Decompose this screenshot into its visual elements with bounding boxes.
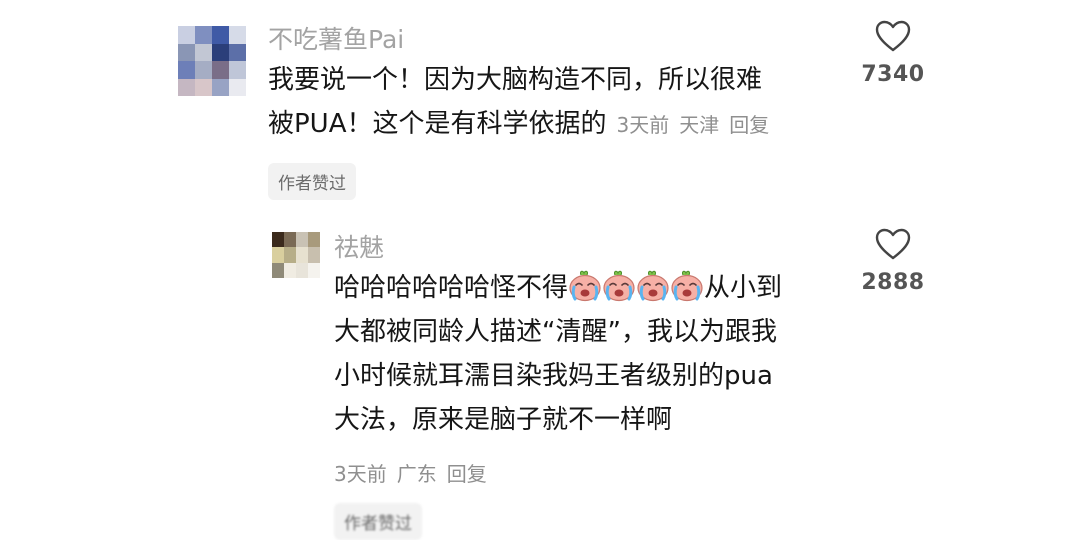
author-liked-tag: 作者赞过 <box>268 163 356 200</box>
like-count: 7340 <box>861 62 925 87</box>
avatar-pixel <box>284 232 296 248</box>
comment-meta: 3天前 广东 回复 <box>334 458 497 487</box>
comment-text-segment: 哈哈哈哈哈哈怪不得 <box>334 273 569 303</box>
avatar-pixel <box>212 43 229 61</box>
timestamp: 3天前 <box>334 462 387 486</box>
avatar-pixel <box>178 43 195 61</box>
comment-text-line: 大都被同龄人描述“清醒”，我以为跟我 <box>334 317 777 347</box>
comment-text-segment: 被PUA！这个是有科学依据的 <box>268 109 607 139</box>
avatar-pixel <box>195 78 212 96</box>
avatar-pixel <box>296 232 308 248</box>
avatar-pixel <box>296 262 308 278</box>
avatar-pixel <box>212 26 229 44</box>
avatar-pixel <box>212 78 229 96</box>
avatar-pixel <box>272 247 284 263</box>
reply-button[interactable]: 回复 <box>729 113 769 137</box>
comment-meta: 3天前 天津 回复 <box>617 113 780 137</box>
timestamp: 3天前 <box>616 113 670 137</box>
avatar-pixel <box>284 262 296 278</box>
location: 天津 <box>679 113 720 137</box>
crying-face-emoji <box>636 270 670 302</box>
like-count: 2888 <box>861 270 925 295</box>
author-liked-tag: 作者赞过 <box>334 503 422 540</box>
avatar-pixel <box>195 43 212 61</box>
crying-face-emoji <box>568 270 602 302</box>
comment-text-line: 哈哈哈哈哈哈怪不得 从小到 <box>334 266 782 310</box>
avatar-pixel <box>272 232 284 248</box>
avatar-pixel <box>308 262 320 278</box>
avatar-pixel <box>195 26 212 44</box>
crying-face-emoji <box>602 270 636 302</box>
avatar-pixel <box>284 247 296 263</box>
avatar-pixel <box>212 61 229 79</box>
avatar-pixel <box>229 61 246 79</box>
avatar[interactable] <box>178 26 246 96</box>
reply-button[interactable]: 回复 <box>447 462 487 486</box>
comment-text: 我要说一个！因为大脑构造不同，所以很难 被PUA！这个是有科学依据的 3天前 天津回… <box>268 58 779 147</box>
avatar-pixel <box>296 247 308 263</box>
avatar-pixel <box>195 61 212 79</box>
comment-text-line: 小时候就耳濡目染我妈王者级别的pua <box>334 361 773 391</box>
username[interactable]: 祛魅 <box>334 228 384 264</box>
comment-text-line: 我要说一个！因为大脑构造不同，所以很难 <box>268 65 763 95</box>
location: 广东 <box>396 462 437 486</box>
username[interactable]: 不吃薯鱼Pai <box>268 20 404 56</box>
avatar-pixel <box>229 26 246 44</box>
avatar-pixel <box>229 43 246 61</box>
heart-icon[interactable] <box>875 20 911 52</box>
avatar-pixel <box>178 78 195 96</box>
avatar-pixel <box>272 262 284 278</box>
comment-text: 哈哈哈哈哈哈怪不得 从小到 大都被同龄人描述“清醒”，我以为跟我 小时候就耳濡目… <box>334 266 782 442</box>
avatar-pixel <box>178 26 195 44</box>
comment-text-line: 被PUA！这个是有科学依据的 3天前 天津 回复 <box>268 102 779 147</box>
emoji-group <box>568 270 704 303</box>
like-control[interactable]: 2888 <box>848 228 938 295</box>
comment-text-line: 大法，原来是脑子就不一样啊 <box>334 405 673 435</box>
avatar-pixel <box>229 78 246 96</box>
heart-icon[interactable] <box>875 228 911 260</box>
like-control[interactable]: 7340 <box>848 20 938 87</box>
avatar-pixel <box>308 247 320 263</box>
comment-text-segment: 从小到 <box>704 273 783 303</box>
avatar[interactable] <box>272 232 320 278</box>
avatar-pixel <box>308 232 320 248</box>
avatar-pixel <box>178 61 195 79</box>
crying-face-emoji <box>670 270 704 302</box>
